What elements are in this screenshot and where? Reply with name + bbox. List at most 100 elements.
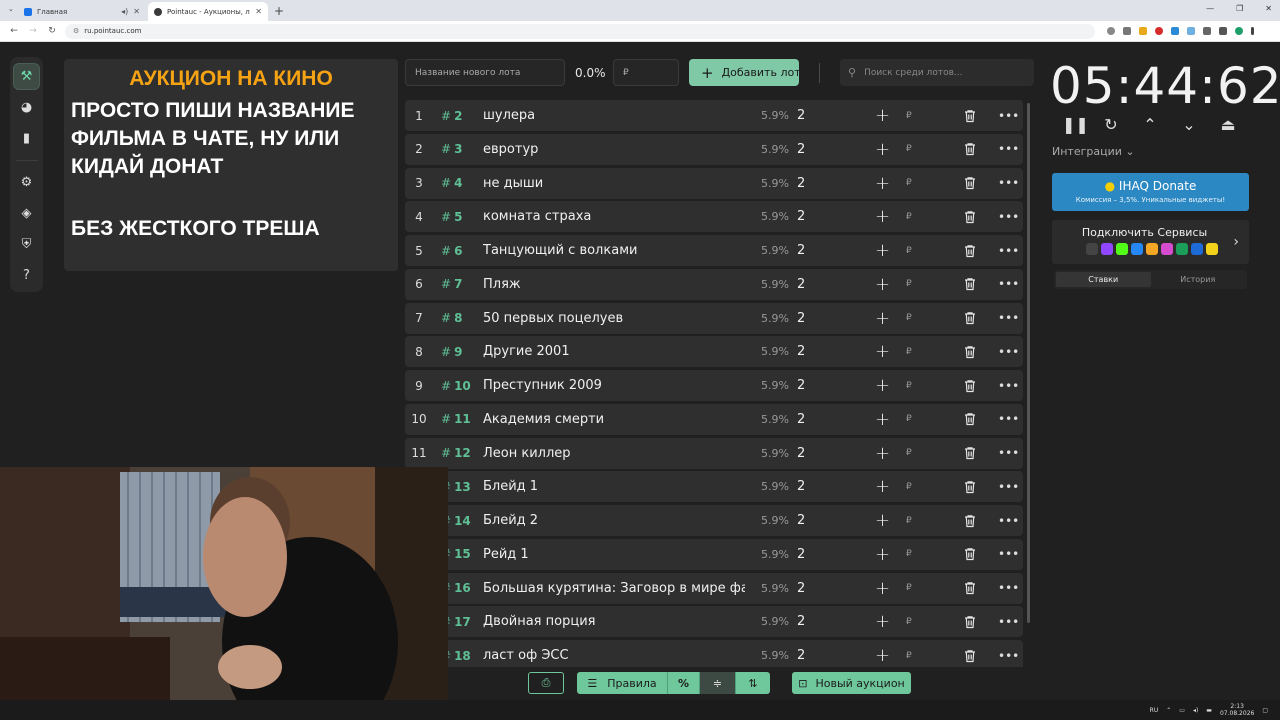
delete-lot-trash-icon[interactable] — [963, 547, 977, 561]
delete-lot-trash-icon[interactable] — [963, 412, 977, 426]
forward-icon[interactable]: → — [28, 26, 38, 36]
more-options-icon[interactable]: ••• — [998, 109, 1019, 123]
notifications-icon[interactable]: ▢ — [1262, 707, 1268, 714]
extension-icon[interactable] — [1155, 27, 1163, 35]
eject-icon[interactable]: ⏏ — [1218, 115, 1238, 134]
lot-amount-input[interactable]: ₽ — [906, 178, 912, 188]
add-amount-plus-icon[interactable]: + — [875, 578, 890, 599]
more-options-icon[interactable]: ••• — [998, 176, 1019, 190]
lot-name[interactable]: 50 первых поцелуев — [483, 311, 745, 326]
lot-name[interactable]: Леон киллер — [483, 446, 745, 461]
close-tab-icon[interactable]: ✕ — [255, 7, 262, 16]
lot-row[interactable]: 5 #6 Танцующий с волками 5.9% 2 + ₽ ••• — [405, 235, 1023, 266]
ihaq-donate-button[interactable]: ● IHAQ Donate Комиссия – 3,5%. Уникальны… — [1052, 173, 1249, 211]
tab-home[interactable]: Главная ◂) ✕ — [18, 2, 146, 21]
lot-amount-input[interactable]: ₽ — [906, 651, 912, 661]
delete-lot-trash-icon[interactable] — [963, 311, 977, 325]
delete-lot-trash-icon[interactable] — [963, 379, 977, 393]
back-icon[interactable]: ← — [9, 26, 19, 36]
add-amount-plus-icon[interactable]: + — [875, 206, 890, 227]
network-icon[interactable]: ▭ — [1179, 707, 1185, 714]
extension-icon[interactable] — [1139, 27, 1147, 35]
lot-row[interactable]: 15#16Большая курятина: Заговор в мире фа… — [405, 572, 1023, 604]
menu-icon[interactable] — [1251, 27, 1254, 35]
tab-history[interactable]: История — [1151, 272, 1246, 287]
zoom-icon[interactable] — [1107, 27, 1115, 35]
url-field[interactable]: ⚙ ru.pointauc.com — [65, 23, 1095, 39]
split-toggle-button[interactable]: ≑ — [700, 672, 736, 694]
lot-row[interactable]: 6 #7 Пляж 5.9% 2 + ₽ ••• — [405, 268, 1023, 300]
lot-row[interactable]: 1 #2 шулера 5.9% 2 + ₽ ••• — [405, 100, 1023, 131]
tab-pointauc[interactable]: Pointauc - Аукционы, лотереи ✕ — [148, 2, 268, 21]
taskbar-clock[interactable]: 2:13 07.08.2026 — [1220, 703, 1254, 717]
bookmark-star-icon[interactable] — [1123, 27, 1131, 35]
more-options-icon[interactable]: ••• — [998, 581, 1019, 595]
lot-name[interactable]: комната страха — [483, 209, 745, 224]
lot-name[interactable]: Другие 2001 — [483, 344, 745, 359]
lot-amount-input[interactable]: ₽ — [906, 583, 912, 593]
lot-amount-input[interactable]: ₽ — [906, 313, 912, 323]
more-options-icon[interactable]: ••• — [998, 379, 1019, 393]
lot-name[interactable]: не дыши — [483, 176, 745, 191]
lot-row[interactable]: 3 #4 не дыши 5.9% 2 + ₽ ••• — [405, 167, 1023, 199]
new-tab-button[interactable]: + — [274, 4, 284, 18]
delete-lot-trash-icon[interactable] — [963, 109, 977, 123]
more-options-icon[interactable]: ••• — [998, 277, 1019, 291]
delete-lot-trash-icon[interactable] — [963, 649, 977, 663]
add-amount-plus-icon[interactable]: + — [875, 274, 890, 295]
lot-amount-input[interactable]: ₽ — [906, 144, 912, 154]
add-amount-plus-icon[interactable]: + — [875, 645, 890, 666]
language-indicator[interactable]: RU — [1150, 707, 1159, 714]
add-amount-plus-icon[interactable]: + — [875, 173, 890, 194]
layers-icon[interactable]: ◈ — [13, 200, 40, 227]
close-tab-icon[interactable]: ✕ — [133, 7, 140, 16]
add-amount-plus-icon[interactable]: + — [875, 105, 890, 126]
delete-lot-trash-icon[interactable] — [963, 176, 977, 190]
delete-lot-trash-icon[interactable] — [963, 142, 977, 156]
more-options-icon[interactable]: ••• — [998, 345, 1019, 359]
lot-name[interactable]: Двойная порция — [483, 614, 745, 629]
more-options-icon[interactable]: ••• — [998, 547, 1019, 561]
add-amount-plus-icon[interactable]: + — [875, 341, 890, 362]
lot-name[interactable]: шулера — [483, 108, 745, 123]
tab-bids[interactable]: Ставки — [1056, 272, 1151, 287]
auction-hammer-icon[interactable]: ⚒ — [13, 63, 40, 90]
lot-name[interactable]: Пляж — [483, 277, 745, 292]
battery-icon[interactable]: ▬ — [1206, 707, 1212, 714]
extension-icon[interactable] — [1187, 27, 1195, 35]
more-options-icon[interactable]: ••• — [998, 142, 1019, 156]
lot-row[interactable]: 17#18ласт оф ЭСС5.9%2+₽••• — [405, 640, 1023, 667]
lot-row[interactable]: 11 #12 Леон киллер 5.9% 2 + ₽ ••• — [405, 437, 1023, 469]
delete-lot-trash-icon[interactable] — [963, 615, 977, 629]
add-amount-plus-icon[interactable]: + — [875, 409, 890, 430]
lot-name[interactable]: Академия смерти — [483, 412, 745, 427]
reset-icon[interactable]: ↻ — [1101, 115, 1121, 134]
add-amount-plus-icon[interactable]: + — [875, 510, 890, 531]
delete-lot-trash-icon[interactable] — [963, 446, 977, 460]
lot-row[interactable]: 13#14Блейд 25.9%2+₽••• — [405, 505, 1023, 536]
settings-gear-icon[interactable]: ⚙ — [13, 169, 40, 196]
more-options-icon[interactable]: ••• — [998, 480, 1019, 494]
lot-name[interactable]: Блейд 1 — [483, 479, 745, 494]
lot-name[interactable]: Танцующий с волками — [483, 243, 745, 258]
extension-icon[interactable] — [1171, 27, 1179, 35]
volume-icon[interactable]: ◂) — [1193, 707, 1198, 714]
more-options-icon[interactable]: ••• — [998, 244, 1019, 258]
add-amount-plus-icon[interactable]: + — [875, 139, 890, 160]
new-lot-amount-input[interactable]: ₽ — [613, 59, 679, 86]
lot-name[interactable]: Рейд 1 — [483, 547, 745, 562]
more-options-icon[interactable]: ••• — [998, 615, 1019, 629]
lot-amount-input[interactable]: ₽ — [906, 279, 912, 289]
lot-row[interactable]: 10 #11 Академия смерти 5.9% 2 + ₽ ••• — [405, 403, 1023, 435]
maximize-icon[interactable]: ❐ — [1236, 4, 1243, 13]
new-lot-name-input[interactable]: Название нового лота — [405, 59, 565, 86]
delete-lot-trash-icon[interactable] — [963, 514, 977, 528]
lot-name[interactable]: Большая курятина: Заговор в мире фастфуд… — [483, 581, 745, 596]
delete-lot-trash-icon[interactable] — [963, 581, 977, 595]
downloads-icon[interactable] — [1219, 27, 1227, 35]
lot-amount-input[interactable]: ₽ — [906, 381, 912, 391]
profile-avatar[interactable] — [1235, 27, 1243, 35]
connect-services-button[interactable]: Подключить Сервисы › — [1052, 220, 1249, 264]
chevron-up-icon[interactable]: ⌃ — [1140, 115, 1160, 134]
add-amount-plus-icon[interactable]: + — [875, 476, 890, 497]
